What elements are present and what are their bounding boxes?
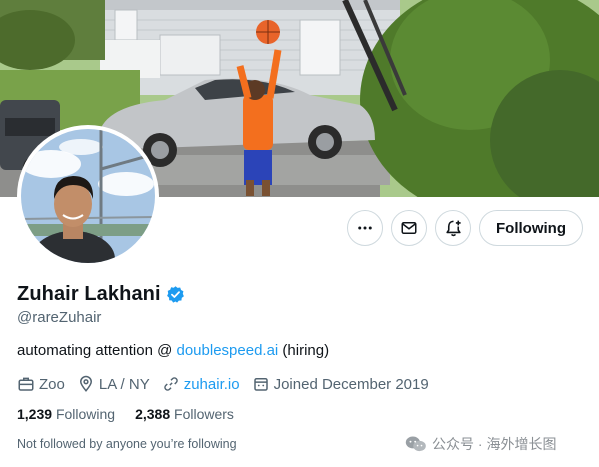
envelope-icon (401, 222, 417, 234)
profile-name-row: Zuhair Lakhani (17, 283, 185, 306)
followers-label: Followers (174, 406, 234, 422)
link-icon (163, 377, 178, 391)
following-button[interactable]: Following (479, 210, 583, 246)
more-dots-icon (358, 226, 372, 230)
notifications-button[interactable] (435, 210, 471, 246)
followers-count: 2,388 (135, 406, 171, 422)
wechat-icon (405, 436, 426, 452)
following-count: 1,239 (17, 406, 53, 422)
profile-bio: automating attention @ doublespeed.ai (h… (17, 342, 329, 359)
calendar-icon (253, 378, 268, 391)
profile-avatar[interactable] (17, 125, 159, 267)
avatar-photo (21, 129, 155, 263)
location-pin-icon (79, 375, 92, 392)
profile-stats: 1,239 Following 2,388 Followers (17, 406, 254, 422)
meta-website-link[interactable]: zuhair.io (184, 376, 240, 393)
profile-meta: Zoo LA / NY zuhair.io Joined December 20… (17, 374, 441, 394)
profile-handle: @rareZuhair (17, 309, 102, 326)
bio-text: automating attention @ (17, 342, 177, 359)
followers-stat[interactable]: 2,388 Followers (135, 406, 234, 422)
meta-joined: Joined December 2019 (252, 375, 429, 393)
meta-work-label: Zoo (39, 375, 65, 393)
meta-location-label: LA / NY (98, 375, 150, 393)
not-followed-note: Not followed by anyone you’re following (17, 437, 237, 451)
following-stat[interactable]: 1,239 Following (17, 406, 115, 422)
following-label: Following (55, 406, 116, 422)
watermark-text: 公众号 · 海外增长图 (432, 436, 557, 452)
briefcase-icon (18, 377, 34, 391)
watermark: 公众号 · 海外增长图 (405, 434, 556, 454)
more-options-button[interactable] (347, 210, 383, 246)
meta-location: LA / NY (77, 375, 150, 393)
bell-plus-icon (445, 220, 461, 236)
message-button[interactable] (391, 210, 427, 246)
profile-display-name: Zuhair Lakhani (17, 283, 161, 305)
bio-link[interactable]: doublespeed.ai (177, 342, 279, 359)
meta-joined-label: Joined December 2019 (273, 375, 429, 393)
verified-badge-icon[interactable] (166, 285, 185, 304)
bio-suffix: (hiring) (278, 342, 330, 359)
meta-work: Zoo (17, 375, 65, 393)
meta-website[interactable]: zuhair.io (162, 375, 240, 393)
